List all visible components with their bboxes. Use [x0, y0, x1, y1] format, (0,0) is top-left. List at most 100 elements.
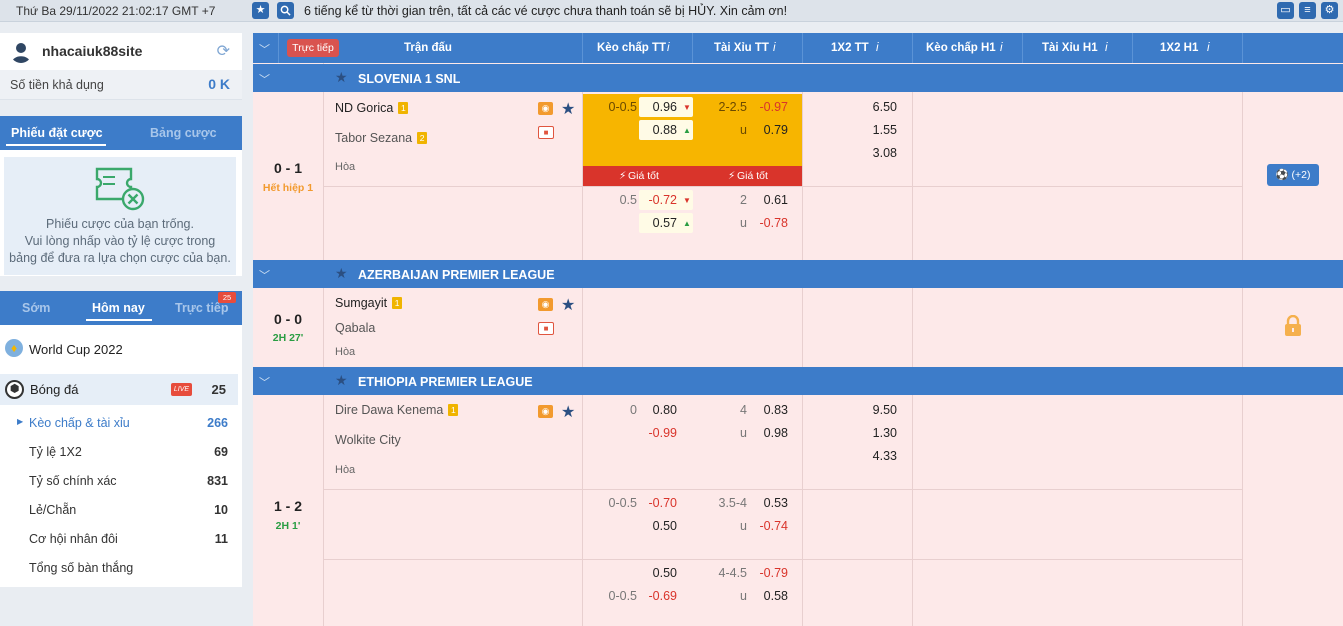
info-icon[interactable]: i: [1207, 42, 1210, 54]
odds-value[interactable]: 0.88: [627, 123, 677, 137]
home-team[interactable]: ND Gorica 1: [335, 101, 409, 115]
tab-live[interactable]: Trực tiếp: [175, 301, 229, 315]
eye-icon[interactable]: ◉: [538, 102, 553, 115]
odds-1x2-home[interactable]: 6.50: [863, 100, 897, 114]
star-icon[interactable]: ★: [561, 99, 575, 119]
odds-value[interactable]: 0.96: [627, 100, 677, 114]
tab-early[interactable]: Sớm: [22, 301, 50, 315]
refresh-icon[interactable]: ⟳: [217, 41, 230, 61]
message-icon[interactable]: ▭: [1277, 2, 1294, 19]
football-icon: ⚽: [1275, 169, 1289, 181]
submenu-count: 69: [214, 445, 228, 459]
submenu-label: Cơ hội nhân đôi: [29, 532, 118, 546]
odds-value[interactable]: -0.69: [627, 589, 678, 603]
home-badge: 1: [398, 102, 409, 114]
chevron-down-icon[interactable]: ﹀: [259, 267, 270, 283]
league-header[interactable]: ﹀ ★ ETHIOPIA PREMIER LEAGUE: [253, 367, 1343, 395]
odds-value[interactable]: -0.97: [738, 100, 789, 114]
odds-value[interactable]: -0.74: [738, 519, 789, 533]
worldcup-item[interactable]: ♦ World Cup 2022: [0, 335, 242, 364]
odds-value[interactable]: -0.79: [738, 566, 789, 580]
info-icon[interactable]: i: [876, 42, 879, 54]
betslip-tabs: Phiếu đặt cược Bảng cược: [0, 116, 242, 150]
submenu-item[interactable]: Tổng số bàn thắng: [0, 554, 242, 583]
arrow-up-icon: ▲: [683, 219, 691, 228]
live-pill[interactable]: Trực tiếp: [287, 39, 339, 57]
odds-value[interactable]: 0.57: [627, 216, 677, 230]
star-icon[interactable]: ★: [335, 265, 348, 282]
odds-value[interactable]: 0.50: [627, 566, 677, 580]
document-icon[interactable]: ≡: [1299, 2, 1316, 19]
video-icon[interactable]: ■: [538, 322, 554, 335]
odds-value[interactable]: 0.61: [738, 193, 788, 207]
match-score: 0 - 0: [273, 311, 302, 327]
submenu-item[interactable]: ▶ Kèo chấp & tài xỉu 266: [0, 409, 242, 438]
odds-1x2-draw[interactable]: 3.08: [863, 146, 897, 160]
star-icon[interactable]: ★: [561, 295, 575, 315]
live-count-badge: 25: [218, 292, 236, 303]
odds-value[interactable]: 0.53: [738, 496, 788, 510]
home-team[interactable]: Dire Dawa Kenema 1: [335, 403, 459, 417]
sports-menu: ♦ World Cup 2022 ⬢ Bóng đá LIVE 25 ▶ Kèo…: [0, 325, 242, 587]
odds-1x2-away[interactable]: 1.55: [863, 123, 897, 137]
star-icon[interactable]: ★: [561, 402, 575, 422]
star-icon[interactable]: ★: [335, 69, 348, 86]
info-icon[interactable]: i: [773, 42, 776, 54]
arrow-down-icon: ▼: [683, 103, 691, 112]
odds-value[interactable]: 0.80: [627, 403, 677, 417]
odds-value[interactable]: 0.50: [627, 519, 677, 533]
balance-row: Số tiền khả dụng 0 K: [0, 70, 242, 100]
league-header[interactable]: ﹀ ★ SLOVENIA 1 SNL: [253, 64, 1343, 92]
match-period: Hết hiệp 1: [262, 182, 314, 194]
tab-today[interactable]: Hôm nay: [92, 301, 145, 315]
info-icon[interactable]: i: [1105, 42, 1108, 54]
col-ou-ft: Tài Xỉu TT: [714, 42, 769, 54]
odds-table: ﹀ Trực tiếp Trận đấu Kèo chấp TT i Tài X…: [253, 33, 1343, 626]
tab-bet-list[interactable]: Bảng cược: [150, 126, 217, 140]
table-header: ﹀ Trực tiếp Trận đấu Kèo chấp TT i Tài X…: [253, 33, 1343, 63]
odds-1x2-home[interactable]: 9.50: [863, 403, 897, 417]
away-team[interactable]: Wolkite City: [335, 433, 401, 447]
odds-value[interactable]: -0.72: [627, 193, 678, 207]
odds-value[interactable]: -0.70: [627, 496, 678, 510]
info-icon[interactable]: i: [1000, 42, 1003, 54]
submenu-item[interactable]: Tỷ số chính xác 831: [0, 467, 242, 496]
odds-value[interactable]: 0.58: [738, 589, 788, 603]
more-markets-button[interactable]: ⚽ (+2): [1267, 164, 1319, 186]
gear-icon[interactable]: ⚙: [1321, 2, 1338, 19]
video-icon[interactable]: ■: [538, 126, 554, 139]
submenu-item[interactable]: Tỷ lệ 1X2 69: [0, 438, 242, 467]
odds-1x2-away[interactable]: 1.30: [863, 426, 897, 440]
collapse-all-icon[interactable]: ﹀: [259, 41, 270, 57]
star-icon[interactable]: ★: [252, 2, 269, 19]
search-icon[interactable]: [277, 2, 294, 19]
info-icon[interactable]: i: [667, 42, 670, 54]
col-1x2-h1: 1X2 H1: [1160, 42, 1199, 54]
chevron-down-icon[interactable]: ﹀: [259, 374, 270, 390]
odds-value[interactable]: -0.78: [738, 216, 789, 230]
best-price-label: Giá tốt: [628, 170, 659, 182]
tab-betslip[interactable]: Phiếu đặt cược: [11, 126, 103, 140]
odds-1x2-draw[interactable]: 4.33: [863, 449, 897, 463]
submenu-count: 10: [214, 503, 228, 517]
away-team[interactable]: Tabor Sezana 2: [335, 131, 428, 145]
submenu-item[interactable]: Lẻ/Chẵn 10: [0, 496, 242, 525]
chevron-down-icon[interactable]: ﹀: [259, 71, 270, 87]
league-header[interactable]: ﹀ ★ AZERBAIJAN PREMIER LEAGUE: [253, 260, 1343, 288]
football-item[interactable]: ⬢ Bóng đá LIVE 25: [0, 374, 238, 405]
odds-value[interactable]: 0.83: [738, 403, 788, 417]
submenu-label: Kèo chấp & tài xỉu: [29, 416, 130, 430]
odds-value[interactable]: 0.79: [738, 123, 788, 137]
eye-icon[interactable]: ◉: [538, 298, 553, 311]
draw-label: Hòa: [335, 161, 356, 173]
arrow-up-icon: ▲: [683, 126, 691, 135]
odds-value[interactable]: -0.99: [627, 426, 678, 440]
home-team[interactable]: Sumgayit 1: [335, 296, 403, 310]
star-icon[interactable]: ★: [335, 372, 348, 389]
away-team[interactable]: Qabala: [335, 321, 375, 335]
eye-icon[interactable]: ◉: [538, 405, 553, 418]
caret-right-icon: ▶: [17, 417, 24, 426]
home-team-name: Sumgayit: [335, 296, 388, 310]
odds-value[interactable]: 0.98: [738, 426, 788, 440]
submenu-item[interactable]: Cơ hội nhân đôi 11: [0, 525, 242, 554]
